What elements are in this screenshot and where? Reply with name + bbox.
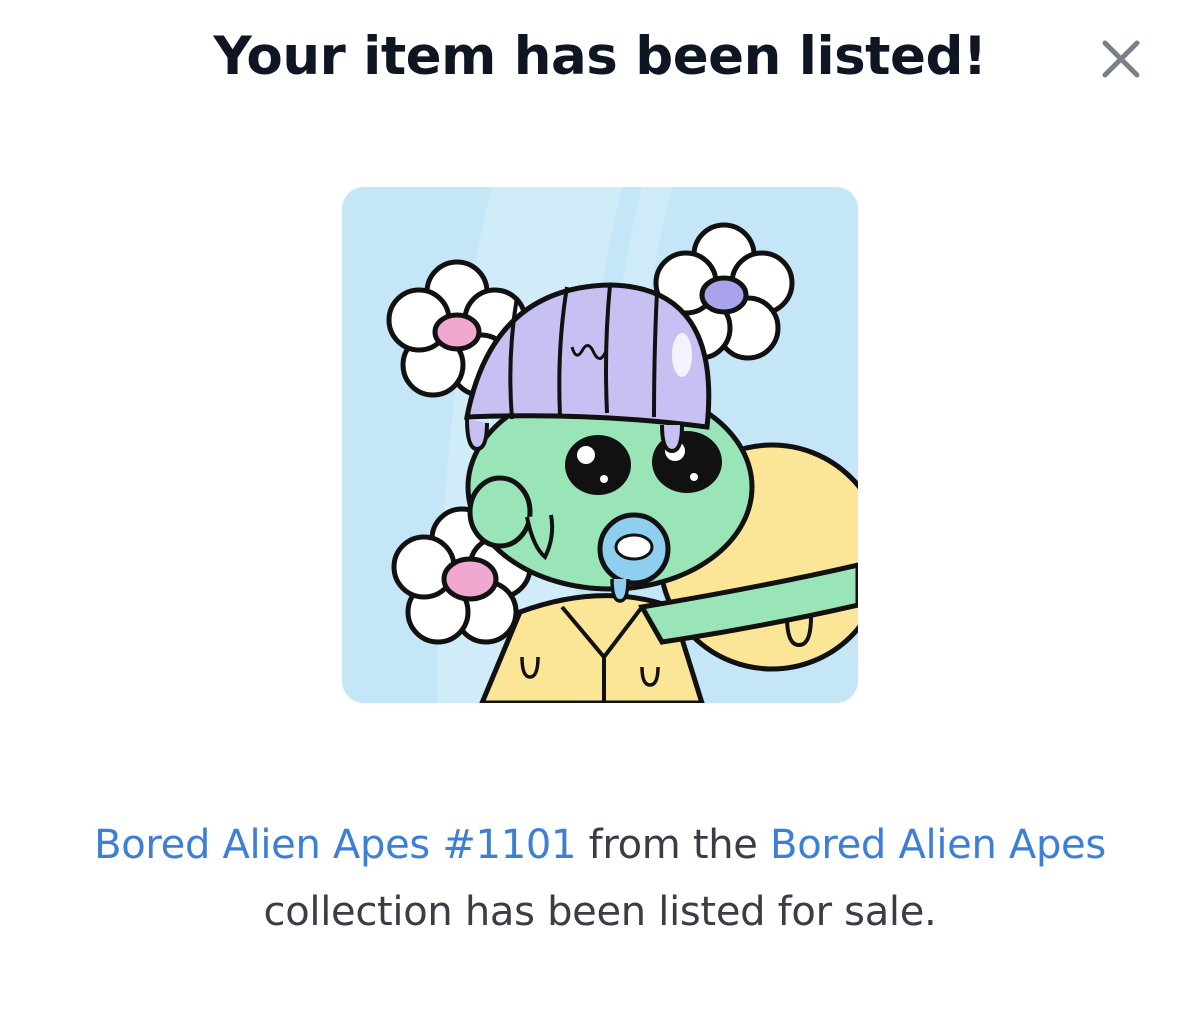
close-icon <box>1102 40 1140 78</box>
close-button[interactable] <box>1092 30 1150 88</box>
item-link[interactable]: Bored Alien Apes #1101 <box>94 822 576 868</box>
listing-message: Bored Alien Apes #1101 from the Bored Al… <box>20 812 1180 946</box>
message-text-from: from the <box>576 822 771 868</box>
dialog-title: Your item has been listed! <box>213 26 987 87</box>
nft-artwork-image <box>342 187 858 703</box>
collection-link[interactable]: Bored Alien Apes <box>770 822 1106 868</box>
message-text-listed: collection has been listed for sale. <box>263 889 937 935</box>
listing-success-dialog: Your item has been listed! Bored Alien A… <box>0 0 1200 1020</box>
